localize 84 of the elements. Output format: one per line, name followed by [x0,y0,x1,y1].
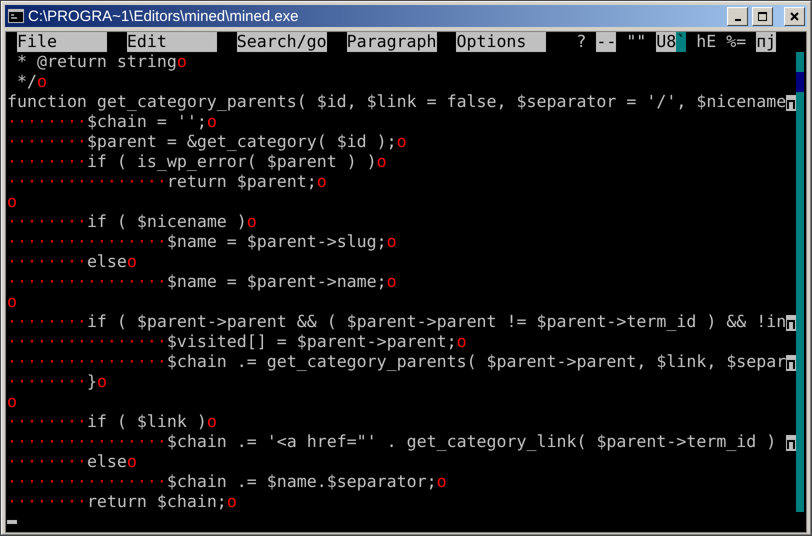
continuation-icon [786,312,796,332]
code-line: $name = $parent->name; [166,272,387,292]
line-end-mark: o [7,392,17,412]
code-line: $name = $parent->slug; [166,232,387,252]
code-line: else [86,452,127,472]
line-end-mark: o [226,492,237,512]
status-indicator: -- [596,32,616,52]
menu-item[interactable]: Search/go [236,32,327,52]
indent-marks: ········ [7,492,87,512]
line-end-mark: o [386,272,397,292]
line-end-mark: o [376,152,387,172]
indent-marks: ················ [7,352,167,372]
continuation-icon [786,432,796,452]
code-line: * @return string [16,52,177,72]
line-end-mark: o [456,332,467,352]
indent-marks: ········ [7,132,87,152]
scroll-thumb[interactable] [796,72,804,92]
indent-marks: ········ [7,212,87,232]
code-line: if ( $parent->parent && ( $parent->parent != $parent->term_id ) && !in [86,312,786,332]
line-end-mark: o [7,292,17,312]
menu-item[interactable]: Edit [126,32,217,52]
line-end-mark: o [396,132,407,152]
code-line: $chain .= get_category_parents( $parent->parent, $link, $separ [166,352,786,372]
line-end-mark: o [7,192,17,212]
indent-marks: ················ [7,472,167,492]
status-indicator: hE [696,32,716,52]
menu-item[interactable]: File [16,32,107,52]
close-button[interactable] [784,6,805,26]
code-line: if ( $nicename ) [86,212,247,232]
code-line: $chain = ''; [86,112,207,132]
code-line: if ( $link ) [86,412,207,432]
text-cursor [7,520,17,524]
line-end-mark: o [246,212,257,232]
status-indicator: пj [756,32,776,52]
code-line: function get_category_parents( $id, $link = false, $separator = '/', $nicename [7,92,786,112]
line-end-mark: o [36,72,47,92]
indent-marks: ················ [7,172,167,192]
line-end-mark: o [126,252,137,272]
indent-marks: ················ [7,272,167,292]
status-indicator: "" [626,32,646,52]
indent-marks: ········ [7,252,87,272]
code-line: return $chain; [86,492,227,512]
line-end-mark: o [386,232,397,252]
indent-marks: ········ [7,412,87,432]
status-indicator: ? [576,32,586,52]
indent-marks: ········ [7,152,87,172]
minimize-icon [734,19,740,21]
indent-marks: ········ [7,312,87,332]
code-line: $parent = &get_category( $id ); [86,132,397,152]
code-line: $visited[] = $parent->parent; [166,332,457,352]
maximize-button[interactable] [752,6,773,26]
line-end-mark: o [96,372,107,392]
code-line: } [86,372,97,392]
line-end-mark: o [126,452,137,472]
indent-marks: ········ [7,112,87,132]
code-line: $chain .= '<a href="' . get_category_link( $parent->term_id ) [166,432,778,452]
status-indicator: U8 [656,32,676,52]
line-end-mark: o [176,52,187,72]
indent-marks: ················ [7,432,167,452]
status-indicator: %= [726,32,746,52]
status-indicator: ` [676,32,686,52]
indent-marks: ········ [7,372,87,392]
menu-item[interactable]: Options [456,32,546,52]
close-icon [789,10,800,22]
menu-item[interactable]: Paragraph [346,32,437,52]
maximize-icon [757,10,768,22]
console-icon [8,9,24,23]
code-line: */ [16,72,37,92]
line-end-mark: o [436,472,447,492]
minimize-button[interactable] [727,6,748,26]
code-line: $chain .= $name.$separator; [166,472,437,492]
indent-marks: ················ [7,232,167,252]
continuation-icon [786,92,796,112]
line-end-mark: o [316,172,327,192]
line-end-mark: o [206,112,217,132]
scrollbar[interactable] [796,52,804,512]
window-title: C:\PROGRA~1\Editors\mined\mined.exe [28,8,300,24]
continuation-icon [786,352,796,372]
code-line: if ( is_wp_error( $parent ) ) [86,152,377,172]
code-line: else [86,252,127,272]
code-line: return $parent; [166,172,317,192]
indent-marks: ················ [7,332,167,352]
indent-marks: ········ [7,452,87,472]
line-end-mark: o [206,412,217,432]
